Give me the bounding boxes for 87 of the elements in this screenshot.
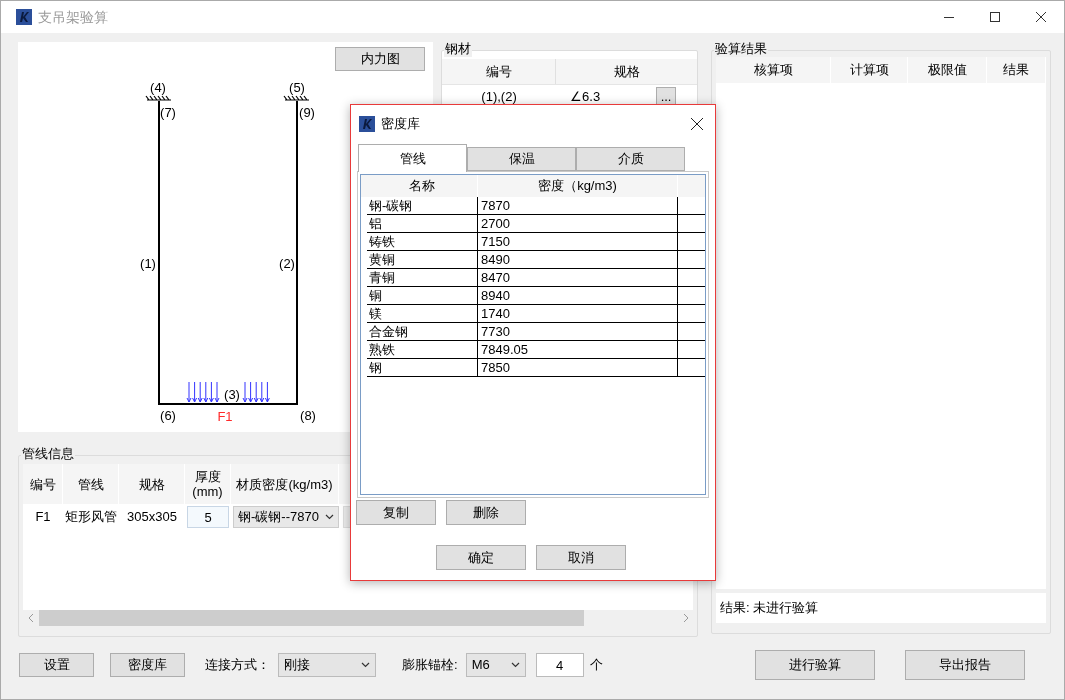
table-cell: 7730 [478, 323, 678, 340]
column-header: 编号 [23, 464, 63, 504]
node-label: (2) [279, 256, 295, 271]
table-cell: 1740 [478, 305, 678, 322]
internal-force-button[interactable]: 内力图 [335, 47, 426, 71]
table-cell: 青铜 [367, 269, 478, 286]
table-cell: 2700 [478, 215, 678, 232]
table-cell: 合金钢 [367, 323, 478, 340]
table-cell-text: 305x305 [126, 508, 178, 527]
column-header: 密度（kg/m3) [478, 175, 678, 197]
column-header: 管线 [63, 464, 119, 504]
table-cell: 7150 [478, 233, 678, 250]
results-group-title: 验算结果 [714, 41, 768, 57]
ok-button[interactable]: 确定 [436, 545, 526, 570]
table-cell: 7849.05 [478, 341, 678, 358]
cancel-button[interactable]: 取消 [536, 545, 626, 570]
column-header: 厚度 (mm) [185, 464, 231, 504]
dialog-tab[interactable]: 管线 [358, 144, 467, 172]
connection-label: 连接方式： [205, 656, 270, 675]
column-header: 名称 [367, 175, 478, 197]
node-label: (3) [224, 387, 240, 402]
column-header: 核算项 [716, 57, 831, 83]
app-logo-icon [16, 9, 32, 25]
delete-button[interactable]: 删除 [446, 500, 526, 525]
run-check-button[interactable]: 进行验算 [754, 650, 875, 680]
count-field[interactable]: 4 [535, 653, 584, 677]
load-label: F1 [217, 409, 233, 424]
table-cell: 黄铜 [367, 251, 478, 268]
scrollbar-thumb[interactable] [39, 610, 584, 626]
anchor-dropdown[interactable]: M6 [465, 653, 526, 677]
column-header: 规格 [612, 62, 641, 81]
connection-dropdown[interactable]: 刚接 [278, 653, 376, 677]
browse-button[interactable]: ... [656, 87, 677, 107]
table-cell: 铜 [367, 287, 478, 304]
dialog-title: 密度库 [381, 115, 420, 134]
scroll-right-icon [682, 614, 688, 622]
table-cell: 钢-碳钢 [367, 197, 478, 214]
column-header: 计算项 [831, 57, 908, 83]
dialog-tab[interactable]: 保温 [467, 147, 576, 171]
chevron-down-icon [510, 662, 520, 668]
node-label: (1) [140, 256, 156, 271]
table-cell: 熟铁 [367, 341, 478, 358]
table-cell: 铝 [367, 215, 478, 232]
pipe-info-group-title: 管线信息 [21, 446, 75, 462]
minimize-icon [944, 16, 954, 18]
chevron-down-icon [361, 662, 370, 668]
table-cell-text: 矩形风管 [64, 508, 118, 527]
node-label: (7) [160, 105, 176, 120]
material-dropdown[interactable]: 钢-碳钢--7870 [233, 506, 339, 528]
table-cell: 钢 [367, 359, 478, 376]
column-header: 结果 [987, 57, 1046, 83]
table-cell: 镁 [367, 305, 478, 322]
table-cell: 7870 [478, 197, 678, 214]
chevron-down-icon [325, 514, 334, 520]
steel-group-title: 钢材 [444, 41, 473, 57]
node-label: (8) [300, 408, 316, 423]
column-header: 规格 [119, 464, 185, 504]
table-cell-text: ∠6.3 [570, 88, 602, 107]
column-header: 编号 [442, 59, 557, 84]
node-label: (6) [160, 408, 176, 423]
unit-label: 个 [589, 656, 603, 675]
copy-button[interactable]: 复制 [356, 500, 436, 525]
density-library-button[interactable]: 密度库 [110, 653, 185, 677]
settings-button[interactable]: 设置 [19, 653, 94, 677]
table-cell: 8940 [478, 287, 678, 304]
column-header: 材质密度(kg/m3) [231, 464, 339, 504]
table-cell: 铸铁 [367, 233, 478, 250]
app-logo-icon [359, 116, 375, 132]
thickness-field[interactable]: 5 [187, 506, 229, 528]
dialog-tab[interactable]: 介质 [576, 147, 685, 171]
table-cell: 8470 [478, 269, 678, 286]
table-cell-text: F1 [34, 508, 52, 527]
column-header: 极限值 [908, 57, 987, 83]
table-cell-text: (1),(2) [480, 88, 518, 107]
table-cell: 8490 [478, 251, 678, 268]
result-summary: 结果: 未进行验算 [720, 599, 819, 618]
table-cell: 7850 [478, 359, 678, 376]
close-icon [691, 118, 703, 130]
scroll-left-icon [28, 614, 34, 622]
export-report-button[interactable]: 导出报告 [904, 650, 1025, 680]
close-icon [1036, 12, 1046, 22]
anchor-label: 膨胀锚栓: [402, 656, 458, 675]
node-label: (5) [289, 80, 305, 95]
window-title: 支吊架验算 [38, 7, 108, 27]
node-label: (9) [299, 105, 315, 120]
maximize-icon [990, 12, 1000, 22]
node-label: (4) [150, 80, 166, 95]
